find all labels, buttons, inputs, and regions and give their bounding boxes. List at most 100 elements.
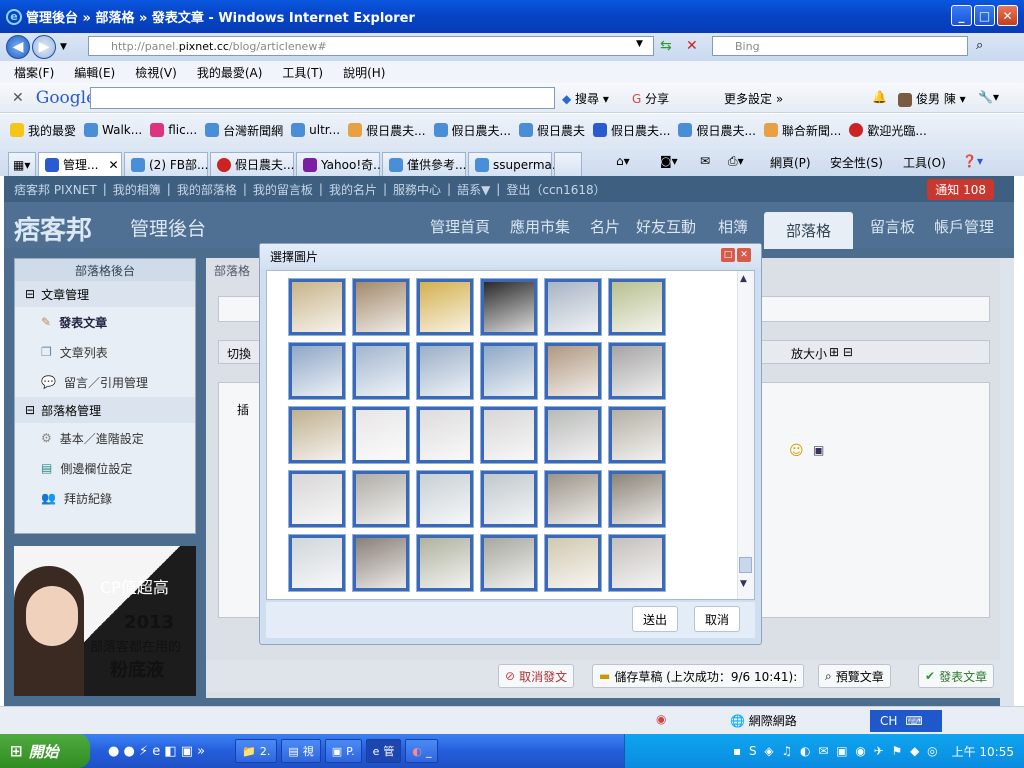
image-thumbnail[interactable]	[353, 343, 409, 399]
image-grid-scrollbar[interactable]: ▲ ▼	[737, 271, 754, 599]
tab-reference[interactable]: 僅供參考...	[382, 152, 466, 176]
image-thumbnail[interactable]	[417, 471, 473, 527]
clock[interactable]: 上午 10:55	[952, 743, 1014, 760]
minimize-button[interactable]: _	[951, 5, 972, 26]
sidebar-item-post-list[interactable]: ❐ 文章列表	[15, 337, 195, 367]
address-dropdown-icon[interactable]: ▼	[636, 39, 643, 49]
stop-icon[interactable]: ✕	[686, 38, 698, 54]
image-thumbnail[interactable]	[545, 535, 601, 591]
quick-launch-icons[interactable]: ● ● ⚡ e ◧ ▣ »	[108, 744, 205, 759]
tray-icons[interactable]: ▪ S ◈ ♫ ◐ ✉ ▣ ◉ ✈ ⚑ ◆ ◎	[733, 744, 940, 758]
new-tab-button[interactable]	[554, 152, 582, 176]
close-button[interactable]: ✕	[997, 5, 1018, 26]
logout-link[interactable]: 登出（ccn1618）	[506, 181, 605, 198]
image-thumbnail[interactable]	[481, 535, 537, 591]
image-thumbnail[interactable]	[417, 343, 473, 399]
favorites-button[interactable]: 我的最愛	[10, 122, 76, 139]
page-menu[interactable]: 網頁(P)	[770, 154, 811, 171]
sidebar-item-widgets[interactable]: ▤ 側邊欄位設定	[15, 453, 195, 483]
taskbar-folder[interactable]: 📁 2.	[235, 739, 278, 763]
image-thumbnail[interactable]	[353, 471, 409, 527]
wrench-icon[interactable]: 🔧▾	[978, 90, 999, 104]
privacy-icon[interactable]: ◉	[656, 712, 666, 726]
google-search-button[interactable]: ◆ 搜尋 ▾	[562, 90, 609, 107]
taskbar-ie[interactable]: e管	[365, 739, 402, 763]
nav-album[interactable]: 相簿	[718, 216, 748, 237]
fav-item-farmer-1[interactable]: 假日農夫...	[348, 122, 426, 139]
forward-button[interactable]: ▶	[32, 35, 56, 59]
scroll-down-icon[interactable]: ▼	[740, 579, 747, 589]
service-center-link[interactable]: 服務中心	[393, 181, 441, 198]
address-input[interactable]: http://panel. pixnet.cc/blog/articlenew#	[88, 36, 654, 56]
image-thumbnail[interactable]	[545, 407, 601, 463]
menu-file[interactable]: 檔案(F)	[14, 64, 54, 81]
image-thumbnail[interactable]	[609, 407, 665, 463]
dialog-maximize-button[interactable]: □	[721, 248, 735, 262]
menu-help[interactable]: 說明(H)	[343, 64, 385, 81]
scroll-thumb[interactable]	[739, 557, 752, 573]
help-icon[interactable]: ❓▾	[962, 154, 983, 168]
back-button[interactable]: ◀	[6, 35, 30, 59]
feeds-icon[interactable]: ◙▾	[660, 154, 678, 168]
image-thumbnail[interactable]	[289, 471, 345, 527]
image-thumbnail[interactable]	[609, 535, 665, 591]
fav-item-walk[interactable]: Walk...	[84, 123, 142, 137]
my-blog-link[interactable]: 我的部落格	[177, 181, 237, 198]
maximize-button[interactable]: □	[974, 5, 995, 26]
taskbar-app-2[interactable]: ▤ 視	[281, 739, 321, 763]
fav-item-ultr[interactable]: ultr...	[291, 123, 340, 137]
publish-button[interactable]: ✔ 發表文章	[918, 664, 995, 688]
save-draft-button[interactable]: ▬ 儲存草稿 (上次成功：9/6 10:41):	[592, 664, 805, 688]
nav-guestbook[interactable]: 留言板	[870, 216, 915, 237]
taskbar-app-3[interactable]: ▣ P.	[324, 739, 362, 763]
my-guestbook-link[interactable]: 我的留言板	[253, 181, 313, 198]
tools-menu[interactable]: 工具(O)	[903, 154, 946, 171]
nav-friends[interactable]: 好友互動	[636, 216, 696, 237]
fav-item-farmer-2[interactable]: 假日農夫...	[433, 122, 511, 139]
user-menu[interactable]: 俊男 陳 ▾	[898, 90, 966, 107]
google-search-input[interactable]	[90, 87, 555, 109]
image-thumbnail[interactable]	[481, 343, 537, 399]
tab-yahoo[interactable]: Yahoo!奇...	[296, 152, 385, 176]
image-thumbnail[interactable]	[609, 343, 665, 399]
fav-item-farmer-3[interactable]: 假日農夫	[518, 122, 585, 139]
safety-menu[interactable]: 安全性(S)	[830, 154, 883, 171]
menu-tools[interactable]: 工具(T)	[282, 64, 323, 81]
zoom-in-icon[interactable]: ⊞ ⊟	[829, 345, 853, 359]
sidebar-item-visits[interactable]: 👥 拜訪紀錄	[15, 483, 195, 513]
nav-blog[interactable]: 部落格	[764, 212, 854, 249]
sidebar-item-settings[interactable]: ⚙ 基本／進階設定	[15, 423, 195, 453]
bing-search-input[interactable]: Bing	[712, 36, 968, 56]
tab-farmer[interactable]: 假日農夫...	[210, 152, 294, 176]
emoticon-icon[interactable]: ☺	[789, 443, 804, 459]
cancel-button[interactable]: 取消	[694, 606, 740, 632]
insert-button[interactable]: 插	[237, 401, 249, 418]
my-card-link[interactable]: 我的名片	[329, 181, 377, 198]
refresh-icon[interactable]: ⇆	[660, 38, 672, 54]
pixnet-logo[interactable]: 痞客邦	[14, 210, 92, 247]
history-dropdown-icon[interactable]: ▼	[60, 42, 67, 52]
image-thumbnail[interactable]	[289, 407, 345, 463]
image-thumbnail[interactable]	[417, 407, 473, 463]
fav-item-news[interactable]: 台灣新聞網	[205, 122, 283, 139]
fav-item-farmer-4[interactable]: 假日農夫...	[593, 122, 670, 139]
fav-item-farmer-5[interactable]: 假日農夫...	[678, 122, 756, 139]
quick-tabs-button[interactable]: ▦▾	[8, 152, 36, 176]
nav-account[interactable]: 帳戶管理	[934, 216, 994, 237]
submit-button[interactable]: 送出	[632, 606, 678, 632]
fav-item-welcome[interactable]: 歡迎光臨...	[849, 122, 927, 139]
nav-app-market[interactable]: 應用市集	[510, 216, 570, 237]
image-thumbnail[interactable]	[545, 343, 601, 399]
my-album-link[interactable]: 我的相簿	[113, 181, 161, 198]
page-scrollbar[interactable]	[1000, 258, 1014, 706]
image-thumbnail[interactable]	[417, 279, 473, 335]
tab-fb[interactable]: (2) FB部...	[124, 152, 208, 176]
sidebar-section-blog[interactable]: ⊟ 部落格管理	[15, 397, 195, 423]
preview-button[interactable]: ⌕ 預覽文章	[818, 664, 891, 688]
ad-banner[interactable]: CP值超高 2013 部落客都在用的 粉底液	[14, 546, 196, 696]
sidebar-item-new-post[interactable]: ✎ 發表文章	[15, 307, 195, 337]
image-thumbnail[interactable]	[545, 471, 601, 527]
image-thumbnail[interactable]	[289, 279, 345, 335]
notification-badge[interactable]: 通知 108	[927, 179, 994, 200]
nav-admin-home[interactable]: 管理首頁	[430, 216, 490, 237]
